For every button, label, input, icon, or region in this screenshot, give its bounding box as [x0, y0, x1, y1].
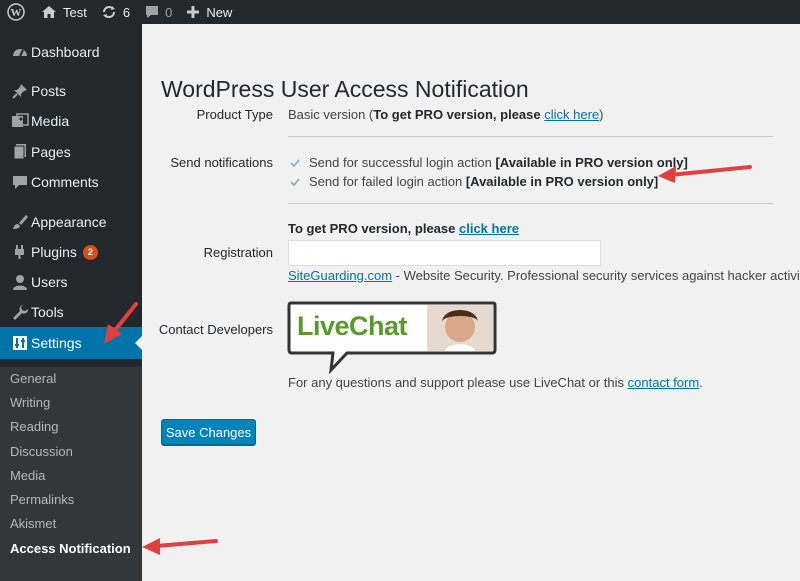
new-content-link[interactable]: New — [179, 0, 239, 24]
user-icon — [13, 275, 27, 290]
siteguarding-description: - Website Security. Professional securit… — [392, 268, 800, 283]
submenu-item-reading[interactable]: Reading — [10, 419, 58, 434]
option-text: Send for failed login action — [309, 174, 463, 189]
livechat-logo-text: LiveChat — [297, 311, 408, 341]
plus-icon — [187, 6, 200, 18]
registration-input[interactable] — [288, 240, 601, 266]
sidebar-item-users[interactable]: Users — [0, 267, 142, 297]
sidebar-item-plugins[interactable]: Plugins 2 — [0, 237, 142, 267]
refresh-icon — [102, 6, 115, 18]
registration-pro-text: To get PRO version, please — [288, 221, 456, 236]
registration-label: Registration — [203, 245, 273, 260]
sidebar-item-label: Appearance — [31, 214, 107, 230]
pro-version-link[interactable]: click here — [544, 107, 599, 122]
updates-link[interactable]: 6 — [94, 0, 137, 24]
siteguarding-link[interactable]: SiteGuarding.com — [288, 268, 392, 283]
comment-icon — [13, 176, 27, 189]
annotation-arrow-notifications — [658, 165, 752, 183]
checkmark-icon — [290, 159, 300, 168]
annotation-arrow-access-notification — [142, 538, 218, 555]
option-note: [Available in PRO version only] — [465, 174, 659, 189]
sidebar-item-label: Pages — [31, 144, 71, 160]
product-type-suffix: ) — [599, 107, 604, 122]
notification-option-success: Send for successful login action [Availa… — [288, 155, 688, 170]
sidebar-item-appearance[interactable]: Appearance — [0, 207, 142, 237]
submenu-item-writing[interactable]: Writing — [10, 395, 50, 410]
submenu-item-akismet[interactable]: Akismet — [10, 516, 56, 531]
product-type-value: Basic version (To get PRO version, pleas… — [288, 107, 604, 122]
submenu-item-permalinks[interactable]: Permalinks — [10, 492, 74, 507]
sidebar-item-label: Settings — [31, 335, 82, 351]
sidebar-item-label: Tools — [31, 304, 64, 320]
settings-icon — [13, 336, 27, 350]
sidebar-item-media[interactable]: Media — [0, 106, 142, 136]
wrench-icon — [13, 305, 29, 320]
updates-count: 6 — [122, 4, 131, 20]
svg-text:W: W — [11, 7, 22, 19]
comments-count: 0 — [165, 4, 173, 20]
comment-bubble-icon — [146, 6, 159, 18]
checkbox-failed-login[interactable] — [288, 175, 302, 189]
comments-link[interactable]: 0 — [137, 0, 179, 24]
save-changes-button[interactable]: Save Changes — [161, 419, 256, 445]
wordpress-logo-button[interactable]: W — [0, 0, 34, 24]
livechat-banner[interactable]: LiveChat — [287, 300, 497, 375]
new-label: New — [206, 4, 233, 20]
sidebar-item-label: Posts — [31, 83, 67, 99]
divider — [288, 203, 773, 204]
product-type-label: Product Type — [196, 107, 273, 122]
send-notifications-label: Send notifications — [170, 155, 273, 170]
sidebar-item-dashboard[interactable]: Dashboard — [0, 37, 142, 67]
support-line: For any questions and support please use… — [288, 375, 703, 390]
sidebar-item-comments[interactable]: Comments — [0, 167, 142, 197]
sidebar-item-pages[interactable]: Pages — [0, 137, 142, 167]
home-icon — [42, 6, 56, 18]
submenu-item-access-notification[interactable]: Access Notification — [10, 541, 131, 556]
registration-pro-link[interactable]: click here — [459, 221, 519, 236]
option-text: Send for successful login action — [309, 155, 492, 170]
sidebar-item-label: Comments — [31, 174, 99, 190]
support-suffix: . — [699, 375, 703, 390]
plugin-icon — [15, 245, 24, 259]
notification-option-failed: Send for failed login action [Available … — [288, 174, 658, 189]
siteguarding-line: SiteGuarding.com - Website Security. Pro… — [288, 268, 800, 283]
sidebar-item-label: Dashboard — [31, 44, 100, 60]
submenu-item-general[interactable]: General — [10, 371, 56, 386]
sidebar-item-label: Plugins — [31, 244, 77, 260]
submenu-item-discussion[interactable]: Discussion — [10, 444, 73, 459]
page-title: WordPress User Access Notification — [161, 76, 529, 102]
contact-form-link[interactable]: contact form — [628, 375, 700, 390]
site-name-link[interactable]: Test — [34, 0, 94, 24]
sidebar-item-label: Users — [31, 274, 68, 290]
pin-icon — [12, 84, 27, 99]
divider — [288, 136, 773, 137]
sidebar-item-label: Media — [31, 113, 70, 129]
sidebar-item-posts[interactable]: Posts — [0, 76, 142, 106]
product-type-prefix: Basic version ( — [288, 107, 374, 122]
site-name: Test — [63, 4, 87, 20]
checkbox-success-login[interactable] — [288, 156, 302, 170]
support-text: For any questions and support please use… — [288, 375, 628, 390]
contact-developers-label: Contact Developers — [158, 322, 273, 337]
product-type-pro-text: To get PRO version, please — [373, 107, 541, 122]
registration-intro: To get PRO version, please click here — [288, 221, 519, 236]
dashboard-icon — [13, 49, 27, 57]
pages-icon — [13, 144, 26, 160]
wordpress-logo-icon: W — [7, 3, 25, 21]
plugins-update-badge: 2 — [82, 244, 98, 260]
checkmark-icon — [290, 178, 300, 187]
submenu-item-media[interactable]: Media — [10, 468, 45, 483]
media-icon — [12, 113, 29, 127]
settings-submenu: General Writing Reading Discussion Media… — [0, 367, 142, 581]
annotation-arrow-settings — [104, 302, 138, 344]
brush-icon — [13, 215, 28, 229]
main-content: WordPress User Access Notification Produ… — [142, 24, 800, 581]
admin-bar: W Test 6 0 New — [0, 0, 800, 24]
